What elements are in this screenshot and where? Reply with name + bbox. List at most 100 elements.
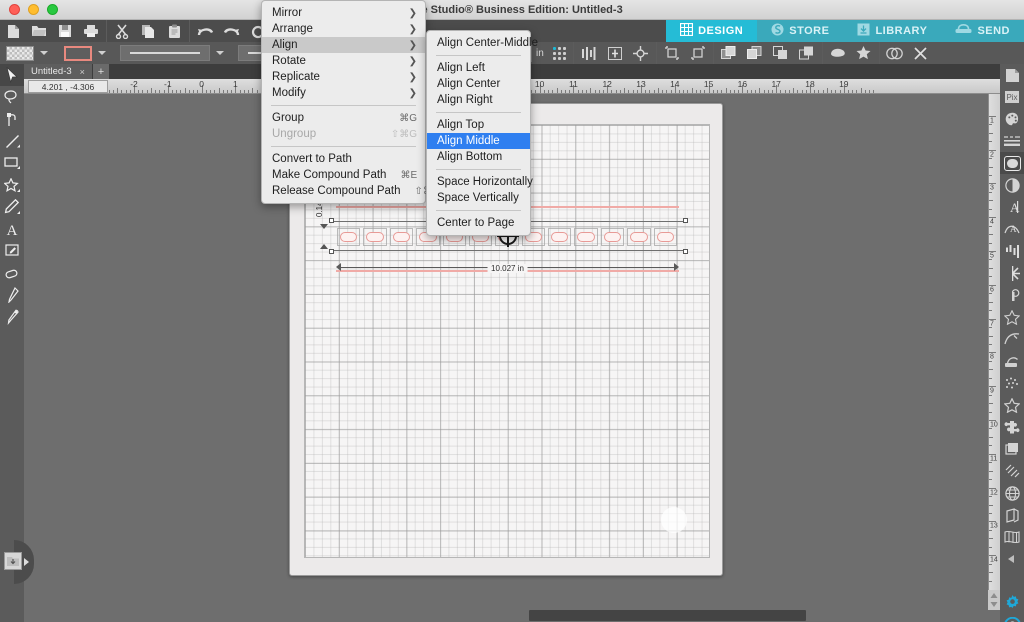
polygon-tool[interactable] <box>0 174 24 196</box>
fill-dropdown-caret-icon[interactable] <box>40 51 48 55</box>
text-tool[interactable]: A <box>0 218 24 240</box>
dot-grid-icon[interactable] <box>552 46 566 60</box>
menu-item-group[interactable]: Group ⌘G <box>262 110 425 126</box>
print-bleed-panel-button[interactable] <box>1000 350 1024 372</box>
text-style-panel-button[interactable]: A <box>1000 196 1024 218</box>
align-submenu[interactable]: Align Center-Middle Align Left Align Cente… <box>426 30 538 236</box>
globe-panel-button[interactable] <box>1000 482 1024 504</box>
cut-shape[interactable] <box>603 232 622 242</box>
cut-shape[interactable] <box>366 232 384 242</box>
hatch-panel-button[interactable] <box>1000 460 1024 482</box>
edit-point-tool[interactable] <box>0 108 24 130</box>
menu-item-convert-to-path[interactable]: Convert to Path <box>262 151 425 167</box>
cut-shape[interactable] <box>392 232 411 242</box>
line-style-caret-icon[interactable] <box>216 51 224 55</box>
menu-item-space-horizontally[interactable]: Space Horizontally <box>427 174 533 190</box>
menu-item-release-compound-path[interactable]: Release Compound Path⇧⌘E <box>262 183 440 199</box>
cut-shape[interactable] <box>656 232 674 242</box>
fill-panel-button[interactable] <box>1000 108 1024 130</box>
text-on-path-panel-button[interactable]: A <box>1000 218 1024 240</box>
menu-item-align-center-middle[interactable]: Align Center-Middle <box>427 35 538 51</box>
close-icon[interactable] <box>908 42 934 64</box>
new-tab-button[interactable]: + <box>92 64 109 79</box>
tab-library[interactable]: LIBRARY <box>843 20 942 42</box>
line-style-panel-button[interactable] <box>1000 130 1024 152</box>
align-center-icon[interactable] <box>602 42 628 64</box>
tab-design[interactable]: DESIGN <box>666 20 758 42</box>
menu-item-align-top[interactable]: Align Top <box>427 117 530 133</box>
redo-button[interactable] <box>218 20 244 42</box>
vertical-scroll-arrows[interactable] <box>988 590 1000 610</box>
close-tab-icon[interactable]: × <box>80 67 85 77</box>
note-tool[interactable] <box>0 240 24 262</box>
menu-item-align[interactable]: Align ❯ <box>262 37 425 53</box>
vertical-ruler[interactable]: 1 2 3 4 5 6 7 8 9 10 11 12 13 14 <box>988 94 1000 602</box>
selection-handle-br[interactable] <box>683 249 688 254</box>
menu-item-align-left[interactable]: Align Left <box>427 60 530 76</box>
line-style-picker[interactable] <box>120 45 210 61</box>
line-tool[interactable] <box>0 130 24 152</box>
undo-button[interactable] <box>192 20 218 42</box>
layers-panel-button[interactable] <box>1000 438 1024 460</box>
menu-item-space-vertically[interactable]: Space Vertically <box>427 190 530 206</box>
group-back-icon[interactable] <box>742 42 768 64</box>
select-tool[interactable] <box>0 64 24 86</box>
save-document-button[interactable] <box>52 20 78 42</box>
cut-shape[interactable] <box>340 232 358 242</box>
menu-item-rotate[interactable]: Rotate ❯ <box>262 53 425 69</box>
star-effect-icon[interactable] <box>851 42 877 64</box>
cut-button[interactable] <box>109 20 135 42</box>
cut-shape[interactable] <box>551 232 569 242</box>
menu-item-align-middle[interactable]: Align Middle <box>427 133 530 149</box>
paste-button[interactable] <box>161 20 187 42</box>
knife-tool[interactable] <box>0 284 24 306</box>
menu-item-align-right[interactable]: Align Right <box>427 92 530 108</box>
page-setup-panel-button[interactable] <box>1000 64 1024 86</box>
pixscan-panel-button[interactable]: Pix <box>1000 86 1024 108</box>
collapse-panel-button[interactable] <box>1000 548 1024 570</box>
vertical-scrollbar-thumb[interactable] <box>1001 252 1012 310</box>
transform-rotate-icon[interactable] <box>685 42 711 64</box>
menu-item-align-bottom[interactable]: Align Bottom <box>427 149 530 165</box>
line-color-swatch[interactable] <box>64 45 92 61</box>
open-document-button[interactable] <box>26 20 52 42</box>
star-panel-button[interactable] <box>1000 394 1024 416</box>
horizontal-scrollbar-thumb[interactable] <box>529 610 806 621</box>
trace-panel-button[interactable] <box>1000 152 1024 174</box>
stipple-panel-button[interactable] <box>1000 372 1024 394</box>
align-target-icon[interactable] <box>628 42 654 64</box>
warp-panel-button[interactable] <box>1000 504 1024 526</box>
group-front-icon[interactable] <box>716 42 742 64</box>
menu-item-center-to-page[interactable]: Center to Page <box>427 215 530 231</box>
puzzle-panel-button[interactable] <box>1000 416 1024 438</box>
settings-panel-button[interactable] <box>1000 592 1024 614</box>
draw-tool[interactable] <box>0 196 24 218</box>
drawer-expand-arrow-icon[interactable] <box>24 558 29 566</box>
shadow-panel-button[interactable] <box>1000 174 1024 196</box>
new-document-button[interactable] <box>0 20 26 42</box>
lasso-tool[interactable] <box>0 86 24 108</box>
eraser-tool[interactable] <box>0 262 24 284</box>
offset-icon[interactable] <box>882 42 908 64</box>
sketch-panel-button[interactable] <box>1000 328 1024 350</box>
document-tab-untitled-3[interactable]: Untitled-3 × <box>24 64 93 79</box>
line-dropdown-caret-icon[interactable] <box>98 51 106 55</box>
eyedropper-tool[interactable] <box>0 306 24 328</box>
knife-blob-icon[interactable] <box>825 42 851 64</box>
selection-handle-tl[interactable] <box>329 218 334 223</box>
tab-store[interactable]: STORE <box>757 20 844 42</box>
library-drawer-handle[interactable] <box>0 540 34 584</box>
cut-shape[interactable] <box>630 232 648 242</box>
help-panel-button[interactable] <box>1000 614 1024 622</box>
selection-handle-tr[interactable] <box>683 218 688 223</box>
horizontal-scrollbar-track[interactable] <box>24 610 1000 622</box>
group-backward-icon[interactable] <box>794 42 820 64</box>
menu-item-arrange[interactable]: Arrange ❯ <box>262 21 425 37</box>
menu-item-mirror[interactable]: Mirror ❯ <box>262 5 425 21</box>
tab-send[interactable]: SEND <box>941 20 1024 42</box>
transform-scale-icon[interactable] <box>659 42 685 64</box>
selection-handle-bl[interactable] <box>329 249 334 254</box>
print-document-button[interactable] <box>78 20 104 42</box>
menu-item-align-center[interactable]: Align Center <box>427 76 530 92</box>
cut-shape[interactable] <box>577 232 595 242</box>
